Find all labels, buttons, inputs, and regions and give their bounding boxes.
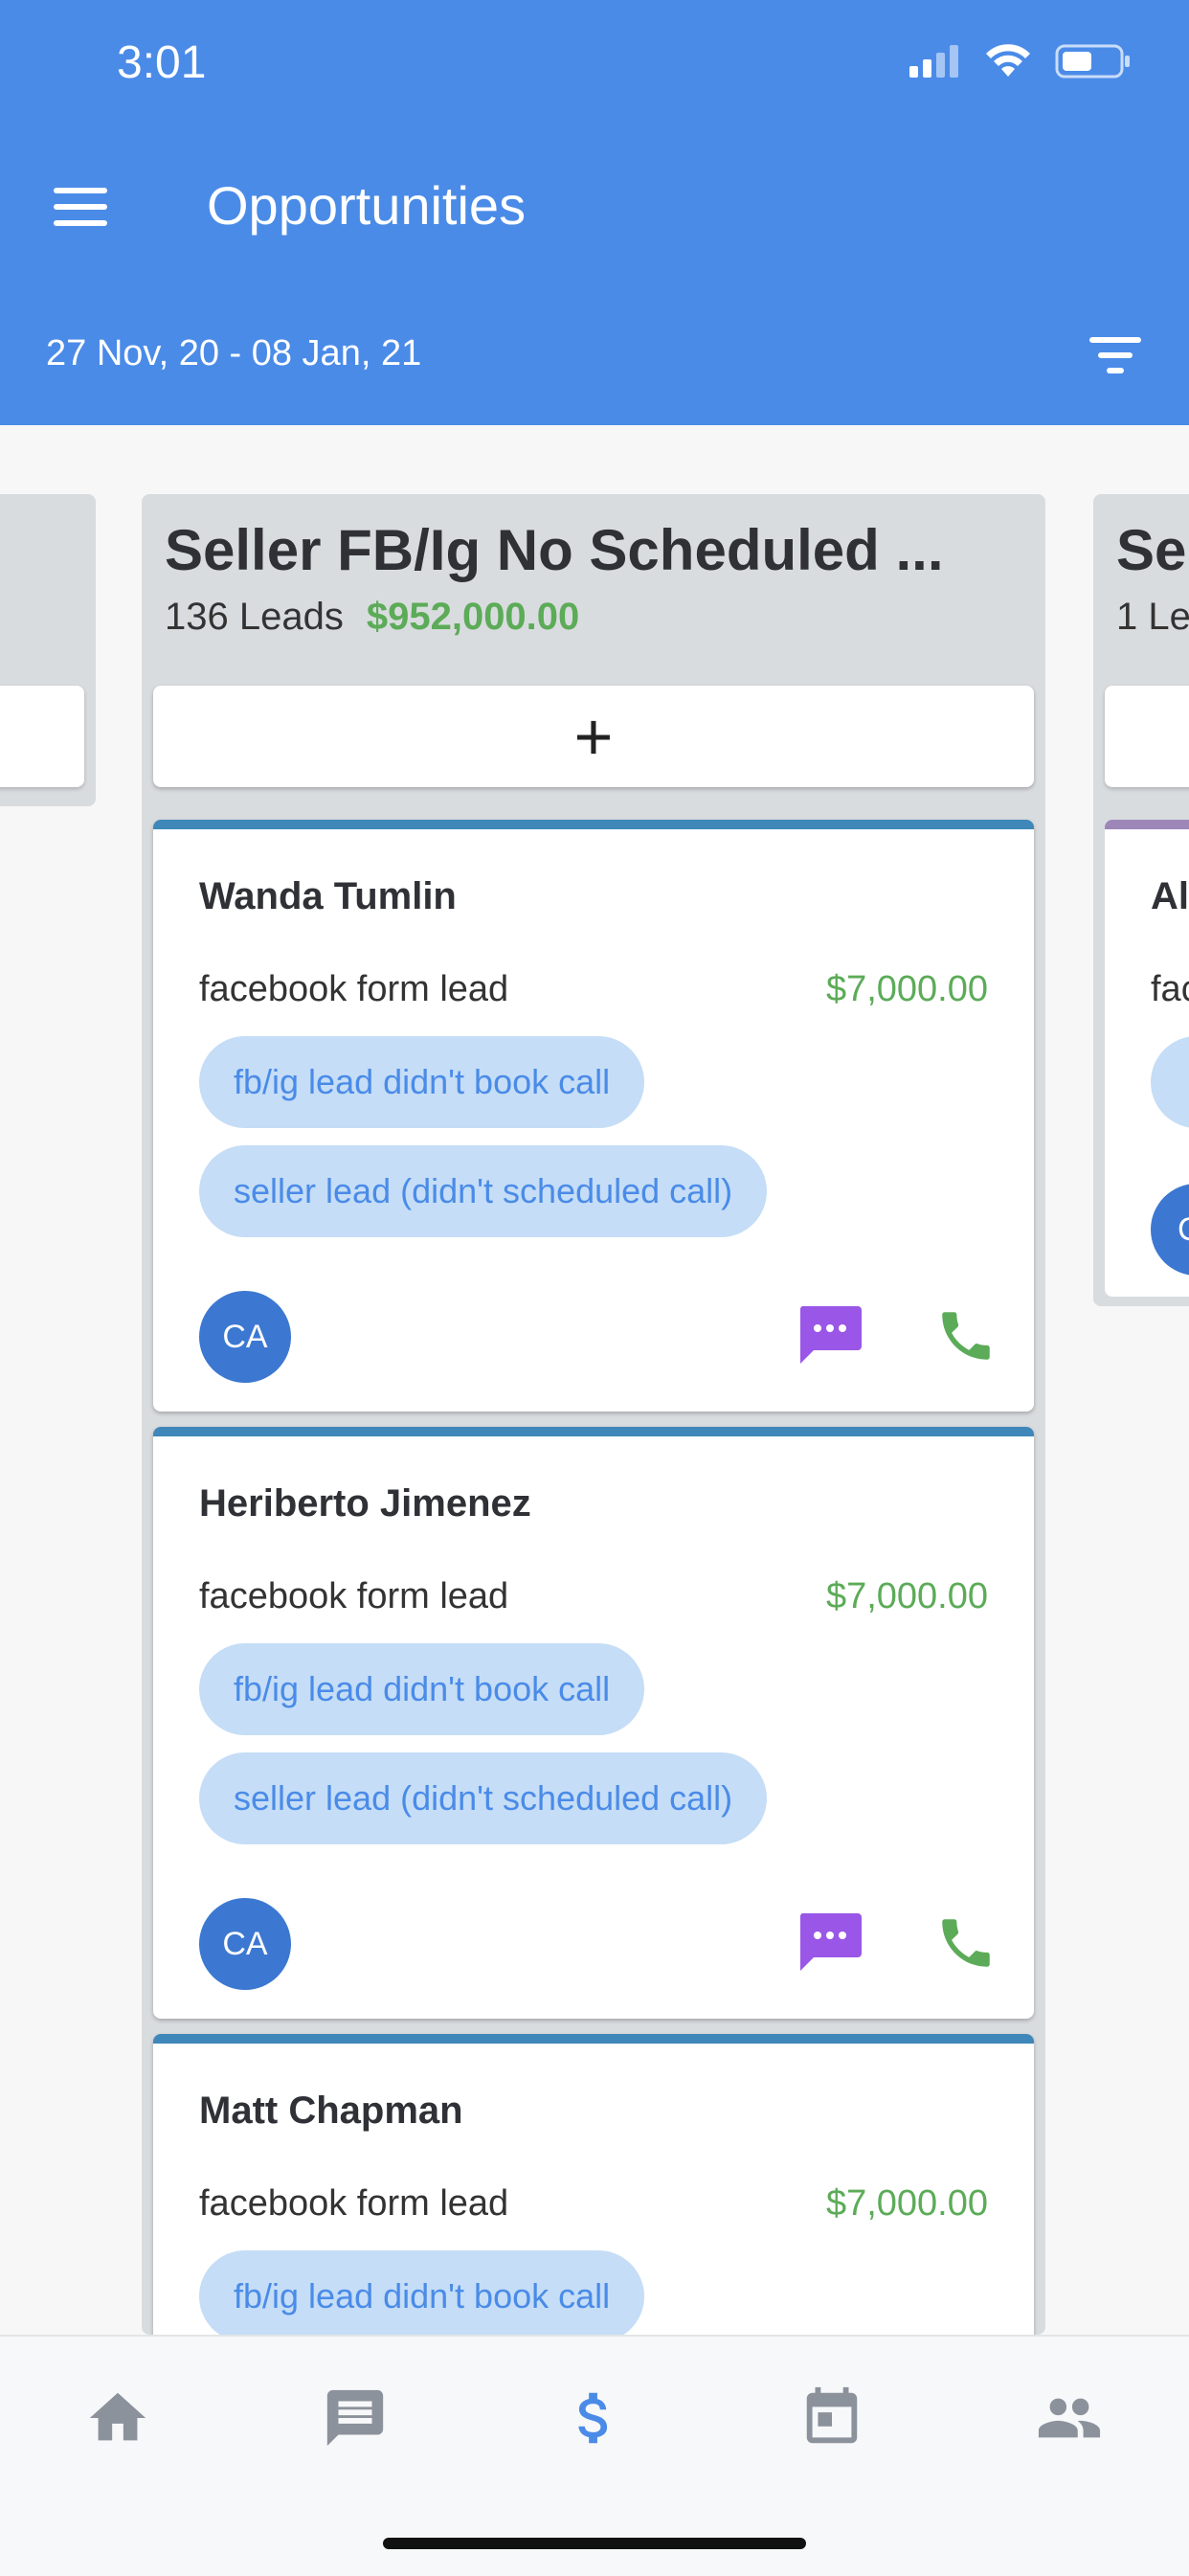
date-range-selector[interactable]: 27 Nov, 20 - 08 Jan, 21 [46, 333, 421, 374]
filter-icon[interactable] [1089, 337, 1141, 375]
lead-source: facebook form lead [199, 1576, 509, 1616]
message-icon[interactable] [796, 1304, 864, 1367]
menu-icon[interactable] [54, 188, 107, 226]
column-amount: $952,000.00 [366, 596, 580, 638]
lead-source: facebook form lead [199, 2183, 509, 2224]
opportunity-card[interactable]: Wanda Tumlin facebook form lead $7,000.0… [153, 820, 1034, 1412]
add-opportunity-button[interactable] [0, 686, 84, 787]
tag-chip[interactable]: fb/ig lead didn't book call [199, 1036, 645, 1128]
page-title: Opportunities [207, 175, 527, 236]
tag-chip[interactable]: seller lead (didn't scheduled call) [199, 1145, 768, 1237]
home-indicator [383, 2538, 806, 2549]
calendar-icon[interactable] [798, 2384, 865, 2452]
conversations-icon[interactable] [322, 2384, 389, 2452]
wifi-icon [986, 44, 1030, 77]
tag-chip[interactable] [1151, 1036, 1189, 1128]
battery-icon [1055, 44, 1130, 79]
phone-icon[interactable] [934, 1304, 998, 1367]
status-icons [909, 44, 1132, 79]
tag-chip[interactable]: fb/ig lead didn't book call [199, 1643, 645, 1735]
tag-chip[interactable]: fb/ig lead didn't book call [199, 2250, 645, 2335]
avatar[interactable]: C [1151, 1184, 1189, 1276]
phone-icon[interactable] [934, 1911, 998, 1975]
add-opportunity-button[interactable] [1105, 686, 1189, 787]
lead-count: 136 Leads [165, 596, 344, 638]
lead-count: 1 Lea [1116, 596, 1189, 638]
column-summary: 136 Leads $952,000.00 [165, 596, 579, 639]
contact-name: Al [1151, 875, 1189, 917]
contact-name: Wanda Tumlin [199, 875, 457, 917]
opportunity-value: $7,000.00 [825, 1576, 988, 1616]
opportunity-value: $7,000.00 [825, 2183, 988, 2224]
app-header: 3:01 Opportunities 27 Nov, 20 - 08 Jan, … [0, 0, 1189, 425]
contact-name: Heriberto Jimenez [199, 1482, 531, 1525]
message-icon[interactable] [796, 1911, 864, 1975]
tag-chip[interactable]: seller lead (didn't scheduled call) [199, 1752, 768, 1844]
pipeline-board[interactable]: Seller FB/Ig No Scheduled ... 136 Leads $… [0, 425, 1189, 2335]
status-time: 3:01 [117, 37, 207, 88]
pipeline-column[interactable]: Seller FB/Ig No Scheduled ... 136 Leads $… [142, 494, 1045, 2335]
home-icon[interactable] [84, 2384, 151, 2452]
column-title: Se [1116, 518, 1187, 582]
opportunity-card[interactable]: Heriberto Jimenez facebook form lead $7,… [153, 1427, 1034, 2019]
opportunity-card[interactable]: Al fac C [1105, 820, 1189, 1297]
column-title: Seller FB/Ig No Scheduled ... [165, 518, 944, 582]
opportunities-dollar-icon[interactable] [561, 2384, 628, 2452]
opportunity-value: $7,000.00 [825, 969, 988, 1009]
lead-source: facebook form lead [199, 969, 509, 1009]
opportunity-card[interactable]: Matt Chapman facebook form lead $7,000.0… [153, 2034, 1034, 2335]
pipeline-column-previous[interactable] [0, 494, 96, 806]
avatar[interactable]: CA [199, 1291, 291, 1383]
lead-source: fac [1151, 969, 1189, 1009]
avatar[interactable]: CA [199, 1898, 291, 1990]
contact-name: Matt Chapman [199, 2090, 463, 2132]
signal-icon [909, 45, 958, 78]
pipeline-column-next[interactable]: Se 1 Lea Al fac C [1093, 494, 1189, 1306]
contacts-icon[interactable] [1036, 2384, 1103, 2452]
add-opportunity-button[interactable]: + [153, 686, 1034, 787]
